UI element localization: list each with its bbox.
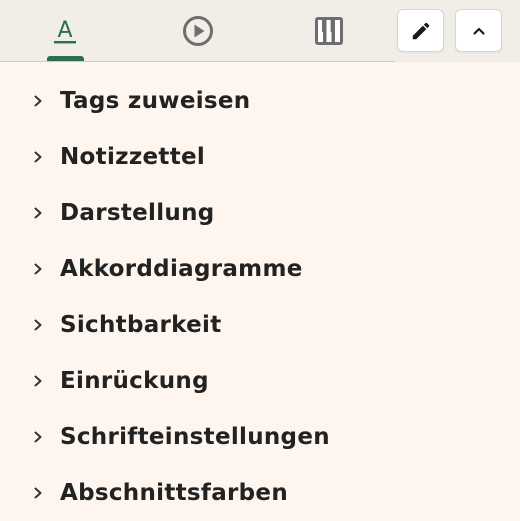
text-format-icon: A	[54, 18, 76, 44]
menu-item-einrueckung[interactable]: Einrückung	[0, 353, 520, 409]
chevron-right-icon	[32, 206, 44, 220]
menu-item-label: Darstellung	[60, 200, 215, 226]
menu-item-sichtbarkeit[interactable]: Sichtbarkeit	[0, 297, 520, 353]
play-circle-icon	[183, 16, 213, 46]
piano-icon	[315, 17, 343, 45]
chevron-right-icon	[32, 150, 44, 164]
chevron-right-icon	[32, 374, 44, 388]
menu-item-label: Einrückung	[60, 368, 209, 394]
top-toolbar: A	[0, 0, 520, 62]
chevron-right-icon	[32, 430, 44, 444]
settings-menu: Tags zuweisen Notizzettel Darstellung Ak…	[0, 62, 520, 521]
pencil-icon	[412, 22, 429, 39]
menu-item-akkorddiagramme[interactable]: Akkorddiagramme	[0, 241, 520, 297]
menu-item-schrifteinstellungen[interactable]: Schrifteinstellungen	[0, 409, 520, 465]
tab-piano[interactable]	[299, 0, 359, 62]
menu-item-notizzettel[interactable]: Notizzettel	[0, 129, 520, 185]
menu-item-label: Abschnittsfarben	[60, 480, 289, 506]
menu-item-darstellung[interactable]: Darstellung	[0, 185, 520, 241]
chevron-right-icon	[32, 486, 44, 500]
edit-button[interactable]	[397, 9, 444, 52]
chevron-right-icon	[32, 318, 44, 332]
menu-item-label: Tags zuweisen	[60, 88, 251, 114]
menu-item-tags-zuweisen[interactable]: Tags zuweisen	[0, 73, 520, 129]
menu-item-label: Akkorddiagramme	[60, 256, 303, 282]
collapse-button[interactable]	[455, 9, 502, 52]
chevron-right-icon	[32, 262, 44, 276]
chevron-up-icon	[472, 27, 485, 35]
menu-item-label: Schrifteinstellungen	[60, 424, 330, 450]
svg-text:A: A	[57, 18, 72, 43]
tab-playback[interactable]	[168, 0, 228, 62]
menu-item-label: Sichtbarkeit	[60, 312, 222, 338]
menu-item-label: Notizzettel	[60, 144, 206, 170]
tab-text-format[interactable]: A	[35, 0, 95, 62]
chevron-right-icon	[32, 94, 44, 108]
menu-item-abschnittsfarben[interactable]: Abschnittsfarben	[0, 465, 520, 521]
